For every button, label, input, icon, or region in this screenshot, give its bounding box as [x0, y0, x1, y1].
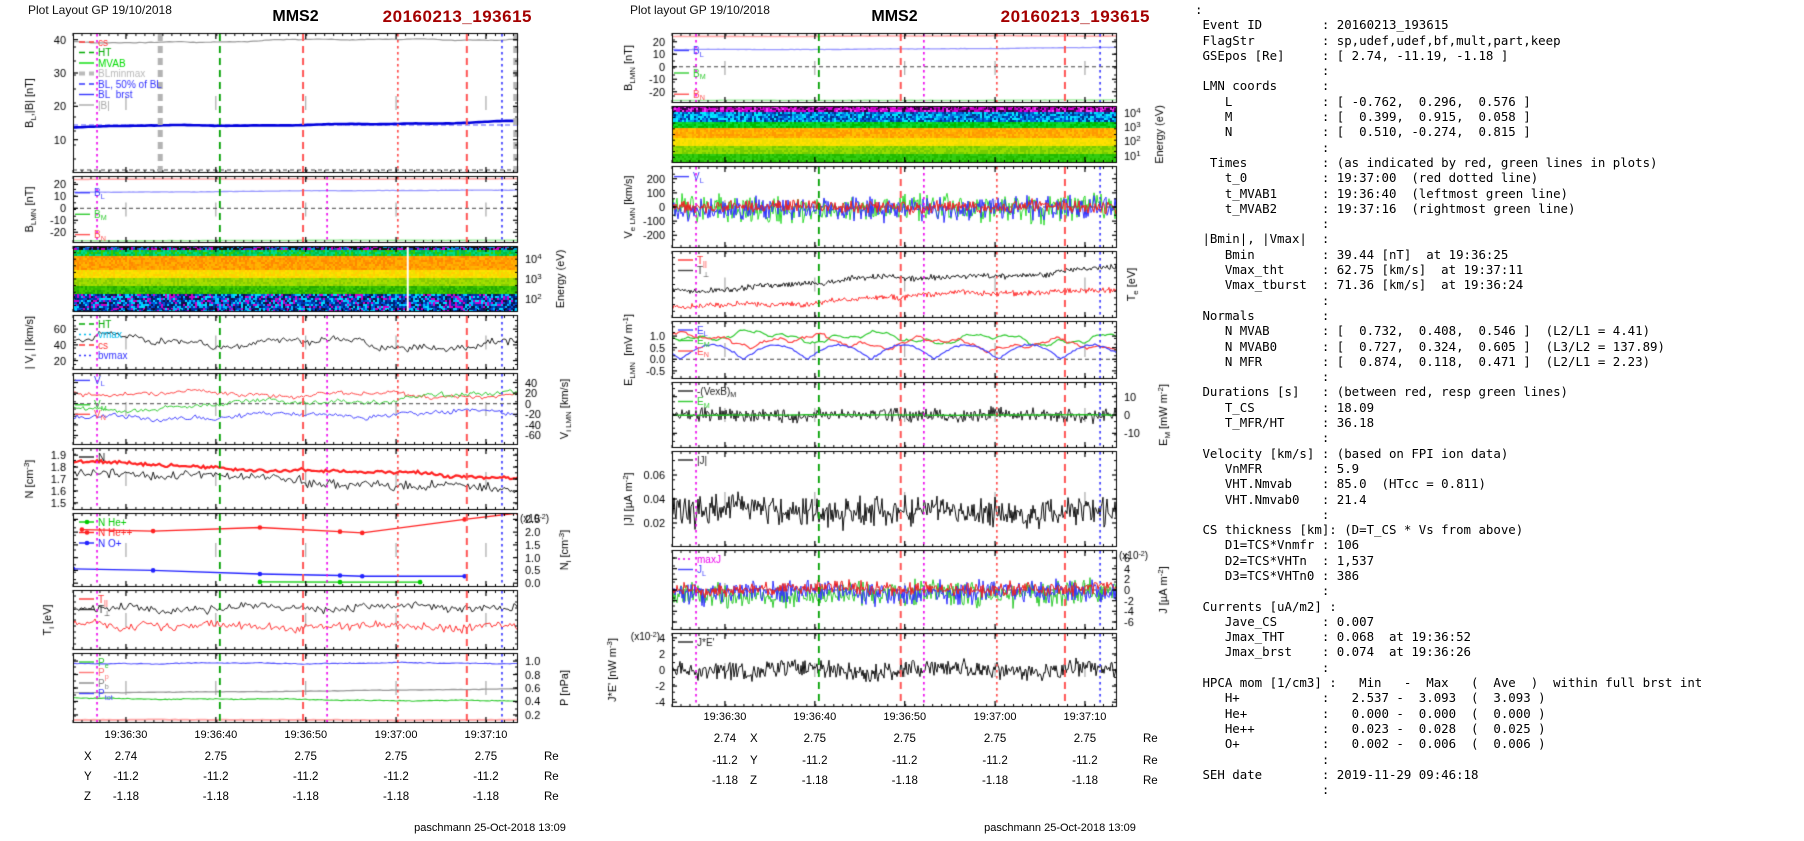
ephemeris-value: -11.2	[712, 755, 738, 767]
ephemeris-value: 2.75	[983, 733, 1007, 745]
ephemeris-value: 2.75	[1073, 733, 1097, 745]
ephemeris-value: -1.18	[891, 775, 918, 787]
ephemeris-value: 2.75	[893, 733, 916, 745]
ephemeris-value: -1.18	[112, 791, 140, 803]
ephemeris-value: -11.2	[1072, 755, 1098, 767]
ephemeris-value: -1.18	[382, 791, 410, 803]
ephemeris-value: -11.2	[802, 755, 828, 767]
ephemeris-row-label: X	[84, 751, 92, 763]
ephemeris-value: -1.18	[292, 791, 319, 803]
x-axis-time-label: 19:36:50	[883, 711, 927, 723]
ephemeris-unit: Re	[1143, 733, 1158, 745]
ephemeris-value: -1.18	[1071, 775, 1099, 787]
ephemeris-value: -1.18	[202, 791, 229, 803]
event-info-panel: : Event ID : 20160213_193615 FlagStr : s…	[1195, 2, 1703, 798]
ephemeris-value: -11.2	[113, 771, 139, 783]
x-axis-time-label: 19:36:30	[703, 711, 747, 723]
ephemeris-row-label: Y	[750, 755, 758, 767]
middle-plot-canvas	[595, 25, 1195, 720]
ephemeris-value: -11.2	[473, 771, 499, 783]
ephemeris-value: 2.75	[474, 751, 498, 763]
x-axis-time-label: 19:36:50	[284, 729, 328, 741]
x-axis-time-label: 19:36:40	[793, 711, 837, 723]
mms-event-viewer-window: Plot Layout GP 19/10/2018 MMS2 20160213_…	[0, 0, 1804, 841]
ephemeris-unit: Re	[544, 791, 559, 803]
x-axis-time-label: 19:37:10	[1063, 711, 1107, 723]
ephemeris-row-label: Z	[84, 791, 92, 803]
ephemeris-value: -11.2	[892, 755, 918, 767]
ephemeris-unit: Re	[1143, 755, 1158, 767]
ephemeris-row-label: X	[750, 733, 758, 745]
x-axis-time-label: 19:37:10	[464, 729, 508, 741]
ephemeris-value: 2.74	[114, 751, 138, 763]
ephemeris-value: -11.2	[383, 771, 409, 783]
ephemeris-value: 2.75	[204, 751, 228, 763]
left-plot-footer: paschmann 25-Oct-2018 13:09	[414, 822, 566, 834]
ephemeris-value: -11.2	[203, 771, 229, 783]
ephemeris-unit: Re	[544, 771, 559, 783]
ephemeris-value: -1.18	[981, 775, 1009, 787]
ephemeris-value: -11.2	[293, 771, 319, 783]
left-event-id-label: 20160213_193615	[382, 7, 532, 26]
ephemeris-unit: Re	[1143, 775, 1158, 787]
ephemeris-unit: Re	[544, 751, 559, 763]
x-axis-time-label: 19:36:30	[104, 729, 148, 741]
middle-plot-footer: paschmann 25-Oct-2018 13:09	[984, 822, 1136, 834]
ephemeris-value: -1.18	[801, 775, 828, 787]
x-axis-time-label: 19:37:00	[973, 711, 1017, 723]
left-plot-canvas	[0, 25, 588, 737]
ephemeris-value: 2.75	[294, 751, 317, 763]
ephemeris-row-label: Y	[84, 771, 92, 783]
ephemeris-value: 2.75	[803, 733, 827, 745]
ephemeris-value: 2.75	[384, 751, 408, 763]
middle-event-id-label: 20160213_193615	[1000, 7, 1150, 26]
ephemeris-row-label: Z	[750, 775, 758, 787]
x-axis-time-label: 19:37:00	[374, 729, 418, 741]
ephemeris-value: 2.74	[713, 733, 737, 745]
ephemeris-value: -11.2	[982, 755, 1008, 767]
x-axis-time-label: 19:36:40	[194, 729, 238, 741]
ephemeris-value: -1.18	[711, 775, 739, 787]
ephemeris-value: -1.18	[472, 791, 500, 803]
